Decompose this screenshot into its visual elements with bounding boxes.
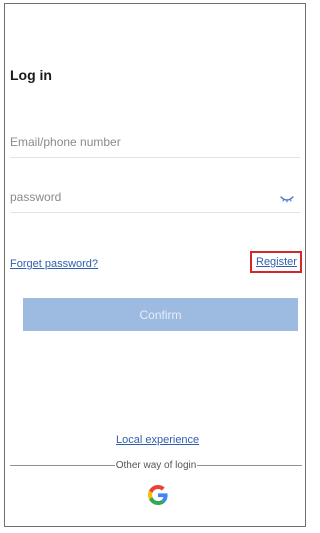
google-icon[interactable] [148,485,168,505]
email-field-row [10,128,300,158]
divider-line-left [10,464,115,466]
other-login-divider: Other way of login [10,458,303,472]
password-field-row [10,183,300,213]
other-login-label: Other way of login [115,459,197,471]
page-title: Log in [10,67,52,83]
email-input[interactable] [10,128,270,156]
password-input[interactable] [10,183,270,211]
confirm-button[interactable]: Confirm [23,298,298,331]
local-experience-link[interactable]: Local experience [116,434,199,446]
eye-closed-icon[interactable] [280,191,294,203]
register-link[interactable]: Register [250,251,302,273]
forgot-password-link[interactable]: Forget password? [10,258,98,270]
divider-line-right [197,464,303,466]
